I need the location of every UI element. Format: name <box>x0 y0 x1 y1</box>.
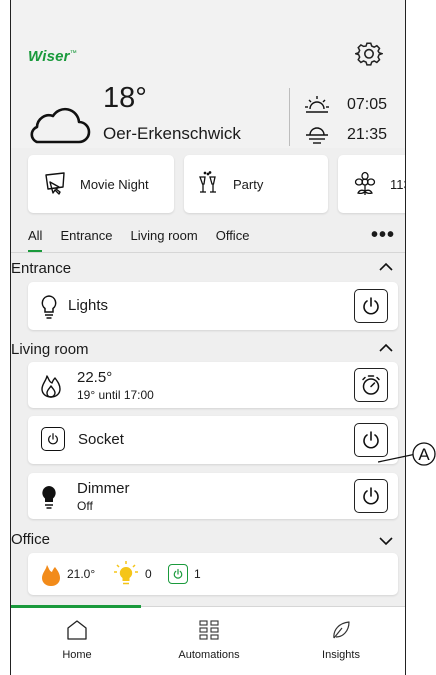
nav-label: Home <box>62 649 92 661</box>
scene-label: 113 <box>390 176 405 192</box>
nav-home[interactable]: Home <box>11 607 143 675</box>
nav-label: Insights <box>322 649 360 661</box>
device-temperature: 22.5° <box>77 369 113 386</box>
office-sockets-count: 1 <box>194 567 201 581</box>
home-icon <box>67 620 87 640</box>
device-name: Lights <box>68 297 109 314</box>
callout-letter: A <box>418 445 430 464</box>
chevron-up-icon[interactable] <box>379 343 393 353</box>
sunrise-icon <box>305 96 329 113</box>
device-name: Dimmer <box>77 480 130 497</box>
office-summary-card[interactable]: 21.0° 0 1 <box>28 553 398 595</box>
nav-automations[interactable]: Automations <box>143 607 275 675</box>
sunset-icon <box>306 127 328 144</box>
city-name: Oer-Erkenschwick <box>103 124 241 143</box>
socket-on-glyph <box>173 568 183 579</box>
flame-outline-icon <box>41 375 61 398</box>
flower-icon <box>354 171 376 195</box>
settings-gear-icon[interactable] <box>355 40 383 68</box>
section-office[interactable]: Office <box>11 529 405 551</box>
power-button[interactable] <box>354 289 388 323</box>
tabs-divider <box>11 252 405 253</box>
scene-label: Movie Night <box>80 176 149 192</box>
leaf-icon <box>333 621 350 639</box>
scene-113[interactable]: 113 <box>338 155 405 213</box>
flame-icon <box>42 565 60 586</box>
device-name: Socket <box>78 431 124 448</box>
more-icon[interactable]: ••• <box>371 224 395 247</box>
section-title: Entrance <box>11 260 72 277</box>
tab-living-room[interactable]: Living room <box>131 226 198 250</box>
grid-icon <box>199 620 219 640</box>
nav-label: Automations <box>178 649 240 661</box>
power-button[interactable] <box>354 479 388 513</box>
section-title: Office <box>11 531 50 548</box>
scene-party[interactable]: Party <box>184 155 328 213</box>
device-schedule: 19° until 17:00 <box>77 388 154 402</box>
bulb-on-icon <box>114 561 138 585</box>
sunset-row: 21:35 <box>305 125 387 145</box>
party-icon <box>199 171 216 193</box>
room-tabs: All Entrance Living room Office ••• <box>28 224 400 252</box>
header: Wiser™ 18° Oer-Erkenschwick 07:05 21:35 <box>11 0 405 148</box>
office-temperature: 21.0° <box>67 567 96 581</box>
bulb-outline-icon <box>41 295 57 319</box>
sunset-time: 21:35 <box>347 126 388 143</box>
wiser-logo: Wiser™ <box>28 48 77 65</box>
device-state: Off <box>77 499 93 513</box>
scene-movie-night[interactable]: Movie Night <box>28 155 174 213</box>
section-living-room[interactable]: Living room <box>11 339 405 361</box>
sunrise-time: 07:05 <box>347 96 388 113</box>
sunrise-row: 07:05 <box>305 95 387 115</box>
office-lights-count: 0 <box>145 567 152 581</box>
timer-icon <box>362 375 380 395</box>
nav-insights[interactable]: Insights <box>275 607 405 675</box>
cloud-icon <box>30 107 91 144</box>
device-card-dimmer[interactable]: Dimmer Off <box>28 473 398 519</box>
socket-on-icon <box>168 564 188 584</box>
power-icon <box>363 297 379 315</box>
section-title: Living room <box>11 341 89 358</box>
timer-button[interactable] <box>354 368 388 402</box>
chevron-up-icon[interactable] <box>379 262 393 272</box>
power-icon <box>363 487 379 505</box>
device-card-socket[interactable]: Socket <box>28 416 398 464</box>
temperature: 18° <box>103 82 147 114</box>
section-entrance[interactable]: Entrance <box>11 258 405 280</box>
device-card-lights[interactable]: Lights <box>28 282 398 330</box>
movie-night-icon <box>45 172 65 195</box>
header-divider <box>289 88 290 146</box>
bulb-filled-icon <box>42 486 56 509</box>
tab-entrance[interactable]: Entrance <box>60 226 112 250</box>
chevron-down-icon[interactable] <box>379 536 393 546</box>
socket-icon <box>41 427 65 451</box>
device-card-heating[interactable]: 22.5° 19° until 17:00 <box>28 362 398 408</box>
phone-frame: Wiser™ 18° Oer-Erkenschwick 07:05 21:35 … <box>10 0 406 675</box>
callout-a-marker: A <box>378 442 436 466</box>
tab-all[interactable]: All <box>28 226 43 252</box>
scene-label: Party <box>233 176 264 192</box>
scene-strip: Movie Night Party 11 <box>11 155 405 215</box>
socket-power-glyph <box>48 433 58 445</box>
tab-office[interactable]: Office <box>216 226 250 250</box>
bottom-navigation: Home Automations Insights <box>11 605 405 675</box>
